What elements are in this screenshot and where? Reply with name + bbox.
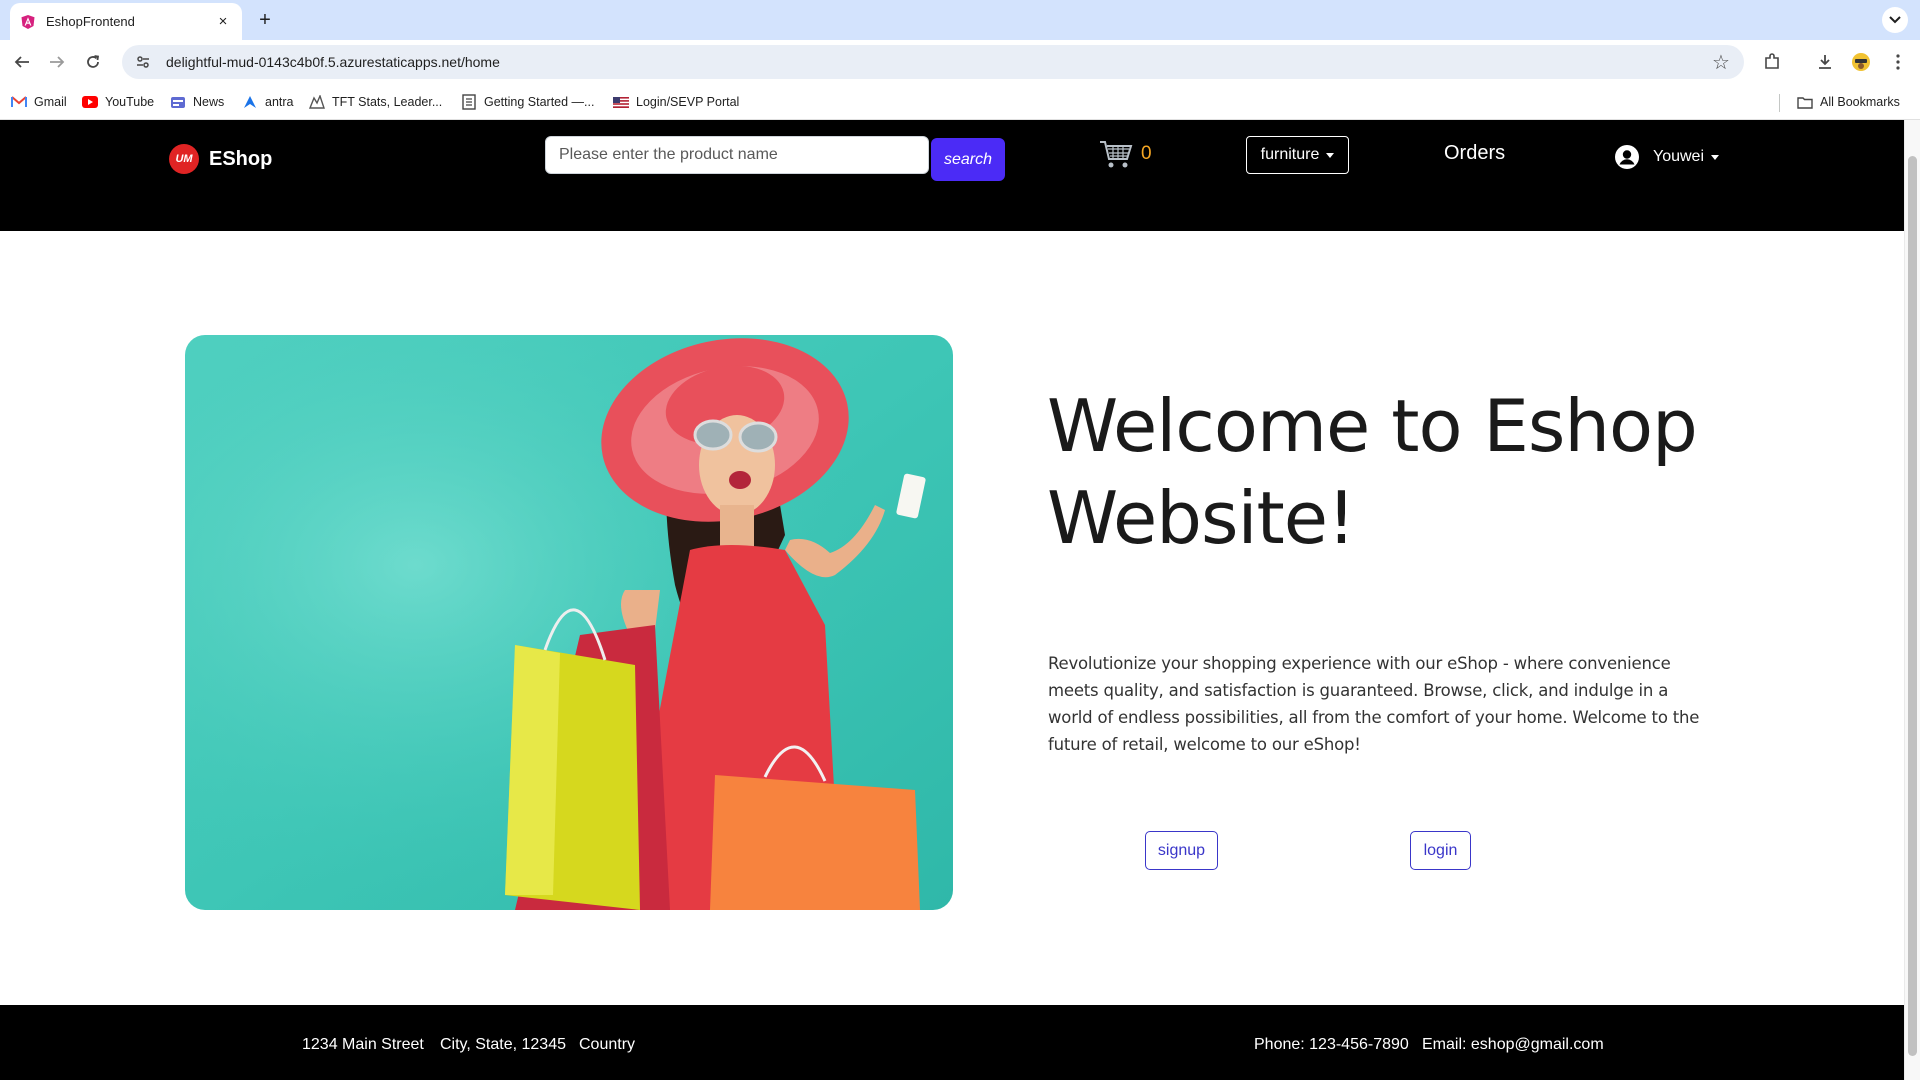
user-avatar-icon: [1615, 145, 1639, 169]
back-arrow-icon[interactable]: [8, 48, 36, 76]
footer-phone: Phone: 123-456-7890: [1254, 1036, 1409, 1053]
bookmark-tft[interactable]: TFT Stats, Leader...: [309, 93, 442, 111]
bookmark-antra[interactable]: antra: [242, 93, 294, 111]
page-scrollbar[interactable]: [1904, 120, 1920, 1080]
tab-title: EshopFrontend: [46, 14, 135, 29]
category-selected-value: furniture: [1260, 146, 1320, 163]
login-button[interactable]: login: [1410, 831, 1471, 870]
new-tab-button[interactable]: +: [252, 7, 278, 33]
profile-avatar-icon[interactable]: [1848, 49, 1874, 75]
footer-email: Email: eshop@gmail.com: [1422, 1036, 1604, 1053]
site-header: UM EShop search 0 furniture Orders Youw: [0, 120, 1904, 231]
news-icon: [170, 94, 186, 110]
reload-icon[interactable]: [79, 48, 107, 76]
user-menu-dropdown[interactable]: Youwei: [1615, 145, 1720, 169]
caret-down-icon: [1711, 154, 1720, 160]
all-bookmarks-button[interactable]: All Bookmarks: [1797, 93, 1900, 111]
signup-button[interactable]: signup: [1145, 831, 1218, 870]
all-bookmarks-label: All Bookmarks: [1820, 95, 1900, 109]
bookmarks-bar: Gmail YouTube News antra TFT Stats, Lead…: [0, 84, 1920, 120]
download-icon[interactable]: [1812, 49, 1838, 75]
forward-arrow-icon[interactable]: [43, 48, 71, 76]
browser-tab-active[interactable]: EshopFrontend ×: [10, 3, 242, 40]
extensions-icon[interactable]: [1759, 49, 1785, 75]
url-text[interactable]: delightful-mud-0143c4b0f.5.azurestaticap…: [166, 54, 1706, 70]
orders-link[interactable]: Orders: [1444, 142, 1505, 165]
browser-toolbar: delightful-mud-0143c4b0f.5.azurestaticap…: [0, 40, 1920, 84]
footer-country: Country: [579, 1036, 636, 1053]
tab-close-icon[interactable]: ×: [214, 13, 232, 30]
search-button[interactable]: search: [931, 138, 1005, 181]
bookmark-label: Gmail: [34, 95, 67, 109]
bookmark-youtube[interactable]: YouTube: [82, 93, 154, 111]
tab-search-chevron-icon[interactable]: [1882, 7, 1908, 33]
site-logo[interactable]: UM EShop: [169, 144, 272, 174]
address-bar[interactable]: delightful-mud-0143c4b0f.5.azurestaticap…: [122, 45, 1744, 79]
site-settings-icon[interactable]: [134, 53, 152, 71]
browser-tab-strip: EshopFrontend × +: [0, 0, 1920, 40]
scrollbar-thumb[interactable]: [1908, 156, 1917, 1056]
footer-street: 1234 Main Street: [302, 1036, 424, 1053]
us-flag-icon: [613, 94, 629, 110]
cart-link[interactable]: 0: [1099, 138, 1152, 170]
bookmark-label: YouTube: [105, 95, 155, 109]
bookmark-label: Getting Started —...: [484, 95, 595, 109]
bookmark-getting-started[interactable]: Getting Started —...: [461, 93, 594, 111]
user-name: Youwei: [1653, 148, 1705, 165]
category-dropdown[interactable]: furniture: [1246, 136, 1349, 174]
tft-icon: [309, 94, 325, 110]
bookmark-label: antra: [265, 95, 294, 109]
antra-icon: [242, 94, 258, 110]
logo-text: EShop: [209, 147, 273, 170]
doc-icon: [461, 94, 477, 110]
cart-count-badge: 0: [1141, 143, 1152, 164]
bookmark-label: Login/SEVP Portal: [636, 95, 740, 109]
browser-menu-icon[interactable]: [1885, 49, 1911, 75]
folder-icon: [1797, 94, 1813, 110]
page-viewport: UM EShop search 0 furniture Orders Youw: [0, 120, 1904, 1080]
bookmark-star-icon[interactable]: ☆: [1706, 47, 1736, 77]
footer-city: City, State, 12345: [440, 1036, 566, 1053]
bookmark-gmail[interactable]: Gmail: [11, 93, 67, 111]
product-search-input[interactable]: [545, 136, 929, 174]
site-footer: 1234 Main Street City, State, 12345 Coun…: [0, 1005, 1904, 1080]
youtube-icon: [82, 94, 98, 110]
angular-favicon-icon: [20, 14, 36, 30]
shopping-cart-icon: [1100, 141, 1133, 168]
bookmark-label: News: [193, 95, 225, 109]
welcome-heading: Welcome to Eshop Website!: [1047, 384, 1698, 560]
logo-badge-icon: UM: [169, 144, 199, 174]
hero-shopping-woman-image: [185, 335, 953, 910]
gmail-icon: [11, 94, 27, 110]
welcome-description: Revolutionize your shopping experience w…: [1048, 654, 1700, 754]
bookmarks-divider: [1779, 94, 1780, 112]
bookmark-news[interactable]: News: [170, 93, 224, 111]
caret-down-icon: [1326, 152, 1335, 158]
bookmark-label: TFT Stats, Leader...: [332, 95, 443, 109]
bookmark-sevp-portal[interactable]: Login/SEVP Portal: [613, 93, 739, 111]
